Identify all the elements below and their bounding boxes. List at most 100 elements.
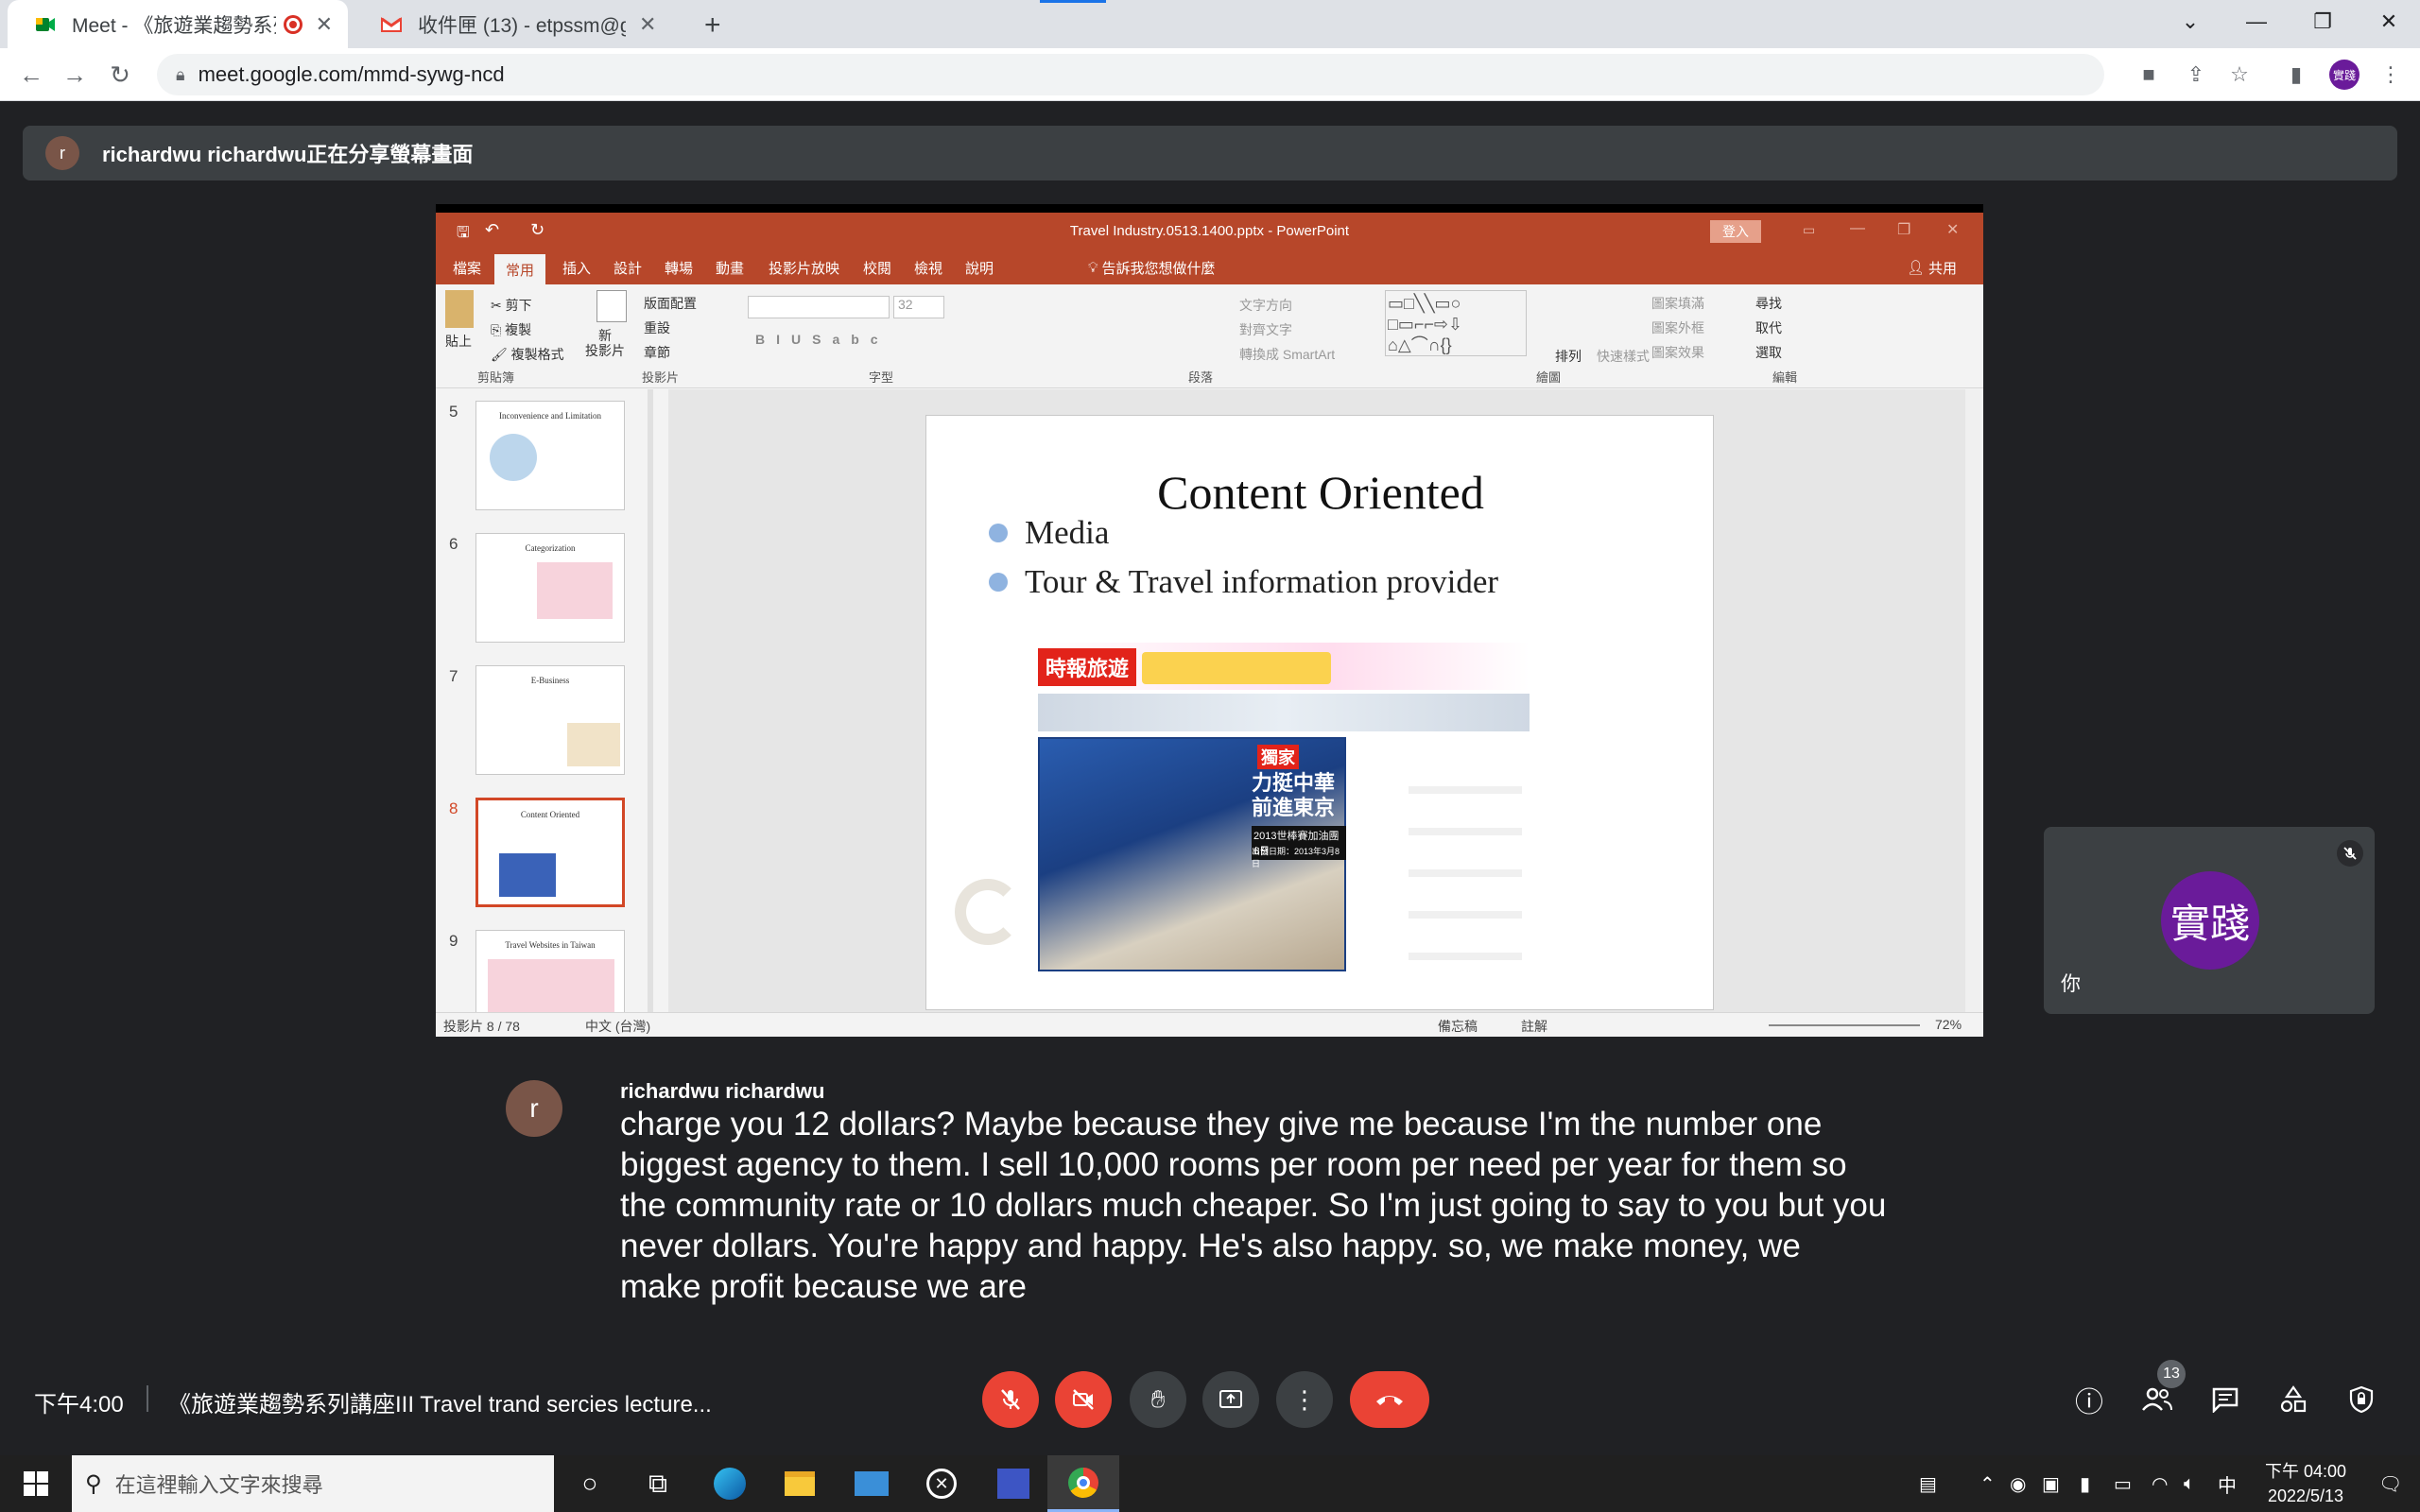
ppt-tab-animations: 動畫 xyxy=(716,260,745,277)
ppt-close-icon: ✕ xyxy=(1946,222,1960,238)
taskbar-search[interactable]: ⚲ 在這裡輸入文字來搜尋 xyxy=(72,1455,554,1512)
ppt-minimize-icon: — xyxy=(1850,220,1865,236)
present-button[interactable] xyxy=(1202,1371,1259,1428)
forward-icon[interactable]: → xyxy=(53,48,96,101)
slide-bullet: Media xyxy=(989,514,1109,552)
zoom-level: 72% xyxy=(1935,1017,1962,1032)
xbox-icon[interactable]: ✕ xyxy=(906,1455,977,1512)
close-window-icon[interactable]: ✕ xyxy=(2356,0,2420,43)
tab-search-icon[interactable]: ⌄ xyxy=(2157,0,2223,43)
ppt-tab-file: 檔案 xyxy=(453,260,482,277)
raise-hand-button[interactable]: ✋︎ xyxy=(1130,1371,1186,1428)
slide-thumbnail-selected: Content Oriented xyxy=(475,798,625,907)
share-icon[interactable]: ⇪ xyxy=(2174,48,2218,101)
replace-label: 取代 xyxy=(1755,320,1782,335)
tray-meet-icon[interactable]: ▣ xyxy=(2042,1455,2060,1512)
activities-button[interactable] xyxy=(2271,1377,2316,1422)
search-placeholder: 在這裡輸入文字來搜尋 xyxy=(114,1473,323,1497)
self-video-tile[interactable]: 實踐 你 xyxy=(2044,827,2375,1014)
thumb-number: 7 xyxy=(449,667,458,685)
baseball-promo-image: 獨家 力挺中華 前進東京 2013世棒賽加油團6日 出發日期：2013年3月8日 xyxy=(1038,737,1346,971)
presentation-banner: r richardwu richardwu正在分享螢幕畫面 xyxy=(23,126,2397,180)
meeting-details-button[interactable]: ⓘ xyxy=(2066,1377,2112,1422)
search-icon: ⚲ xyxy=(85,1470,102,1497)
address-bar[interactable]: 🔒︎ meet.google.com/mmd-sywg-ncd xyxy=(157,54,2104,95)
notifications-icon[interactable]: 🗨︎ xyxy=(2378,1455,2402,1512)
ppt-tab-help: 說明 xyxy=(965,260,994,277)
ppt-ribbon: 貼上 ✂ 剪下 ⎘ 複製 🖌︎ 複製格式 新 投影片 版面配置 重設 章節 32… xyxy=(436,284,1983,388)
minimize-icon[interactable]: — xyxy=(2223,0,2290,43)
recording-icon xyxy=(283,14,302,34)
slide-scrollbar xyxy=(1965,389,1980,1012)
app-icon[interactable] xyxy=(977,1455,1049,1512)
browser-tab-bar: Meet - 《旅遊業趨勢系列講 ✕ 收件匣 (13) - etpssm@g2.… xyxy=(0,0,2420,48)
windows-start-icon[interactable] xyxy=(0,1455,72,1512)
caption-text: charge you 12 dollars? Maybe because the… xyxy=(620,1106,1887,1305)
slide-thumbnail: Categorization xyxy=(475,533,625,643)
ime-indicator[interactable]: 中 xyxy=(2218,1455,2237,1512)
ppt-share: 👤︎ 共用 xyxy=(1907,260,1958,277)
reload-icon[interactable]: ↻ xyxy=(98,48,142,101)
find-label: 尋找 xyxy=(1755,296,1782,311)
volume-icon[interactable]: 🔈︎ xyxy=(2184,1455,2195,1512)
activities-icon xyxy=(2280,1385,2307,1413)
ppt-tell-me: 💡︎ 告訴我您想做什麼 xyxy=(1088,259,1216,277)
mic-muted-icon xyxy=(2337,840,2363,867)
gmail-icon xyxy=(381,16,402,32)
tab-gmail[interactable]: 收件匣 (13) - etpssm@g2.usc.ec ✕ xyxy=(354,0,694,48)
shapes-gallery-icon: ▭□╲╲▭○ □▭⌐⌐⇨⇩ ⌂△⌒∩{} xyxy=(1385,290,1527,356)
chrome-icon[interactable] xyxy=(1047,1455,1119,1512)
restore-icon[interactable]: ❐ xyxy=(2290,0,2356,43)
slide-count: 投影片 8 / 78 xyxy=(443,1019,520,1034)
tray-app-icon[interactable]: ◉ xyxy=(2010,1455,2026,1512)
info-icon: ⓘ xyxy=(2075,1387,2103,1418)
font-size-box: 32 xyxy=(893,296,944,318)
promo-badge: 獨家 xyxy=(1257,745,1299,769)
ppt-tab-insert: 插入 xyxy=(562,260,592,277)
task-view-icon[interactable]: ⧉ xyxy=(622,1455,694,1512)
edge-icon[interactable] xyxy=(694,1455,766,1512)
tab-meet[interactable]: Meet - 《旅遊業趨勢系列講 ✕ xyxy=(8,0,348,48)
camera-off-icon xyxy=(1073,1389,1094,1410)
smartart-label: 轉換成 SmartArt xyxy=(1239,347,1336,362)
news-widget-icon[interactable]: ▤ xyxy=(1919,1455,1937,1512)
side-panel-icon[interactable]: ▮ xyxy=(2274,48,2318,101)
file-explorer-icon[interactable] xyxy=(764,1455,836,1512)
leave-call-button[interactable] xyxy=(1350,1371,1429,1428)
close-icon[interactable]: ✕ xyxy=(639,12,656,37)
camera-icon[interactable]: ■ xyxy=(2127,48,2170,101)
cut-label: ✂ 剪下 xyxy=(491,298,532,313)
promo-headline: 力挺中華 前進東京 xyxy=(1252,771,1336,819)
chat-button[interactable] xyxy=(2203,1377,2248,1422)
presenter-text: richardwu richardwu正在分享螢幕畫面 xyxy=(102,143,474,166)
wifi-icon[interactable]: ◠ xyxy=(2152,1455,2168,1512)
profile-avatar[interactable]: 實踐 xyxy=(2329,60,2360,90)
taskbar-clock[interactable]: 下午 04:00 2022/5/13 xyxy=(2254,1459,2358,1508)
font-style-icons: BIUSabc xyxy=(755,332,890,347)
host-controls-button[interactable] xyxy=(2339,1377,2384,1422)
meeting-name: 《旅遊業趨勢系列講座III Travel trand sercies lectu… xyxy=(168,1392,712,1418)
url-text: meet.google.com/mmd-sywg-ncd xyxy=(198,62,505,86)
reset-label: 重設 xyxy=(644,320,670,335)
more-vert-icon: ⋮ xyxy=(1292,1384,1317,1414)
format-painter-label: 🖌︎ 複製格式 xyxy=(491,347,564,362)
zoom-slider xyxy=(1769,1024,1920,1026)
microphone-tray-icon[interactable]: ▮ xyxy=(2080,1455,2090,1512)
new-tab-icon[interactable]: + xyxy=(704,9,721,42)
group-font: 字型 xyxy=(869,370,894,385)
cortana-icon[interactable]: ○ xyxy=(554,1455,626,1512)
close-icon[interactable]: ✕ xyxy=(316,12,333,37)
back-icon[interactable]: ← xyxy=(9,48,53,101)
tray-expand-icon[interactable]: ⌃ xyxy=(1979,1455,1996,1512)
new-slide-icon xyxy=(596,290,627,322)
hang-up-icon xyxy=(1376,1396,1403,1405)
mail-icon[interactable] xyxy=(836,1455,908,1512)
bookmark-star-icon[interactable]: ☆ xyxy=(2218,48,2261,101)
menu-dots-icon[interactable]: ⋮ xyxy=(2369,48,2412,101)
more-options-button[interactable]: ⋮ xyxy=(1276,1371,1333,1428)
tab-title: Meet - 《旅遊業趨勢系列講 xyxy=(72,14,276,37)
battery-icon[interactable]: ▭ xyxy=(2114,1455,2132,1512)
camera-toggle-button[interactable] xyxy=(1055,1371,1112,1428)
shape-outline-label: 圖案外框 xyxy=(1651,320,1704,335)
mic-toggle-button[interactable] xyxy=(982,1371,1039,1428)
